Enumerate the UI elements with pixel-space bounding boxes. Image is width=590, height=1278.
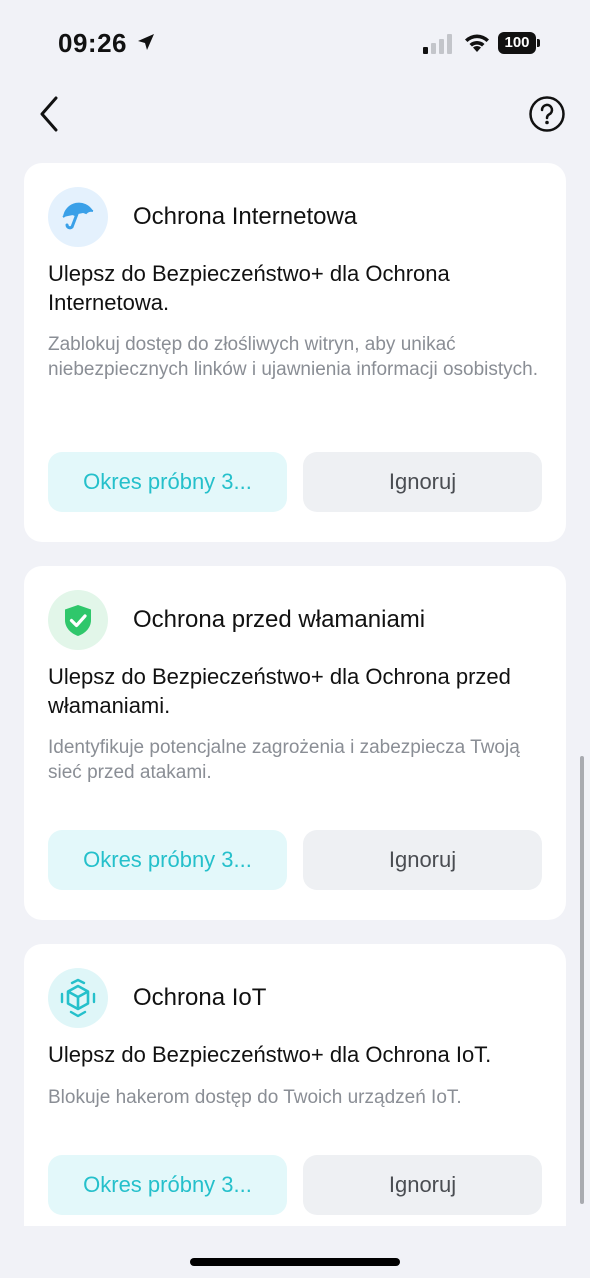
card-description: Zablokuj dostęp do złośliwych witryn, ab… [48,334,539,380]
card-headline: Ulepsz do Bezpieczeństwo+ dla Ochrona pr… [48,664,511,718]
trial-button[interactable]: Okres próbny 3... [48,1155,287,1215]
status-time: 09:26 [58,28,127,58]
battery-level: 100 [498,32,536,54]
help-button[interactable] [528,95,566,133]
card-iot-protection: Ochrona IoT Ulepsz do Bezpieczeństwo+ dl… [24,944,566,1244]
ignore-button[interactable]: Ignoruj [303,1155,542,1215]
status-bar: 09:26 100 [0,0,590,88]
card-icon-badge [48,968,108,1028]
card-title: Ochrona Internetowa [133,203,358,230]
card-title: Ochrona IoT [133,984,267,1011]
chevron-left-icon [40,96,58,132]
iot-cube-icon [60,978,96,1018]
bottom-safe-area [0,1226,590,1278]
nav-bar [0,88,590,148]
ignore-button[interactable]: Ignoruj [303,830,542,890]
ignore-button[interactable]: Ignoruj [303,452,542,512]
battery-cap [537,39,540,47]
location-arrow-icon [138,34,154,50]
card-icon-badge [48,590,108,650]
card-headline: Ulepsz do Bezpieczeństwo+ dla Ochrona In… [48,261,450,315]
umbrella-icon [62,202,94,230]
card-headline: Ulepsz do Bezpieczeństwo+ dla Ochrona Io… [48,1042,492,1067]
scrollbar[interactable] [580,756,584,1204]
shield-check-icon [65,605,91,636]
wifi-icon [465,34,489,52]
card-title: Ochrona przed włamaniami [133,606,426,633]
card-internet-protection: Ochrona Internetowa Ulepsz do Bezpieczeń… [24,163,566,542]
home-indicator[interactable] [190,1258,400,1266]
card-description: Identyfikuje potencjalne zagrożenia i za… [48,737,520,783]
question-circle-icon [529,96,565,132]
trial-button[interactable]: Okres próbny 3... [48,830,287,890]
card-description: Blokuje hakerom dostęp do Twoich urządze… [48,1087,462,1108]
card-intrusion-protection: Ochrona przed włamaniami Ulepsz do Bezpi… [24,566,566,920]
trial-button[interactable]: Okres próbny 3... [48,452,287,512]
card-icon-badge [48,187,108,247]
cellular-signal-icon [423,34,452,54]
battery-icon: 100 [498,32,542,54]
back-button[interactable] [30,94,70,134]
